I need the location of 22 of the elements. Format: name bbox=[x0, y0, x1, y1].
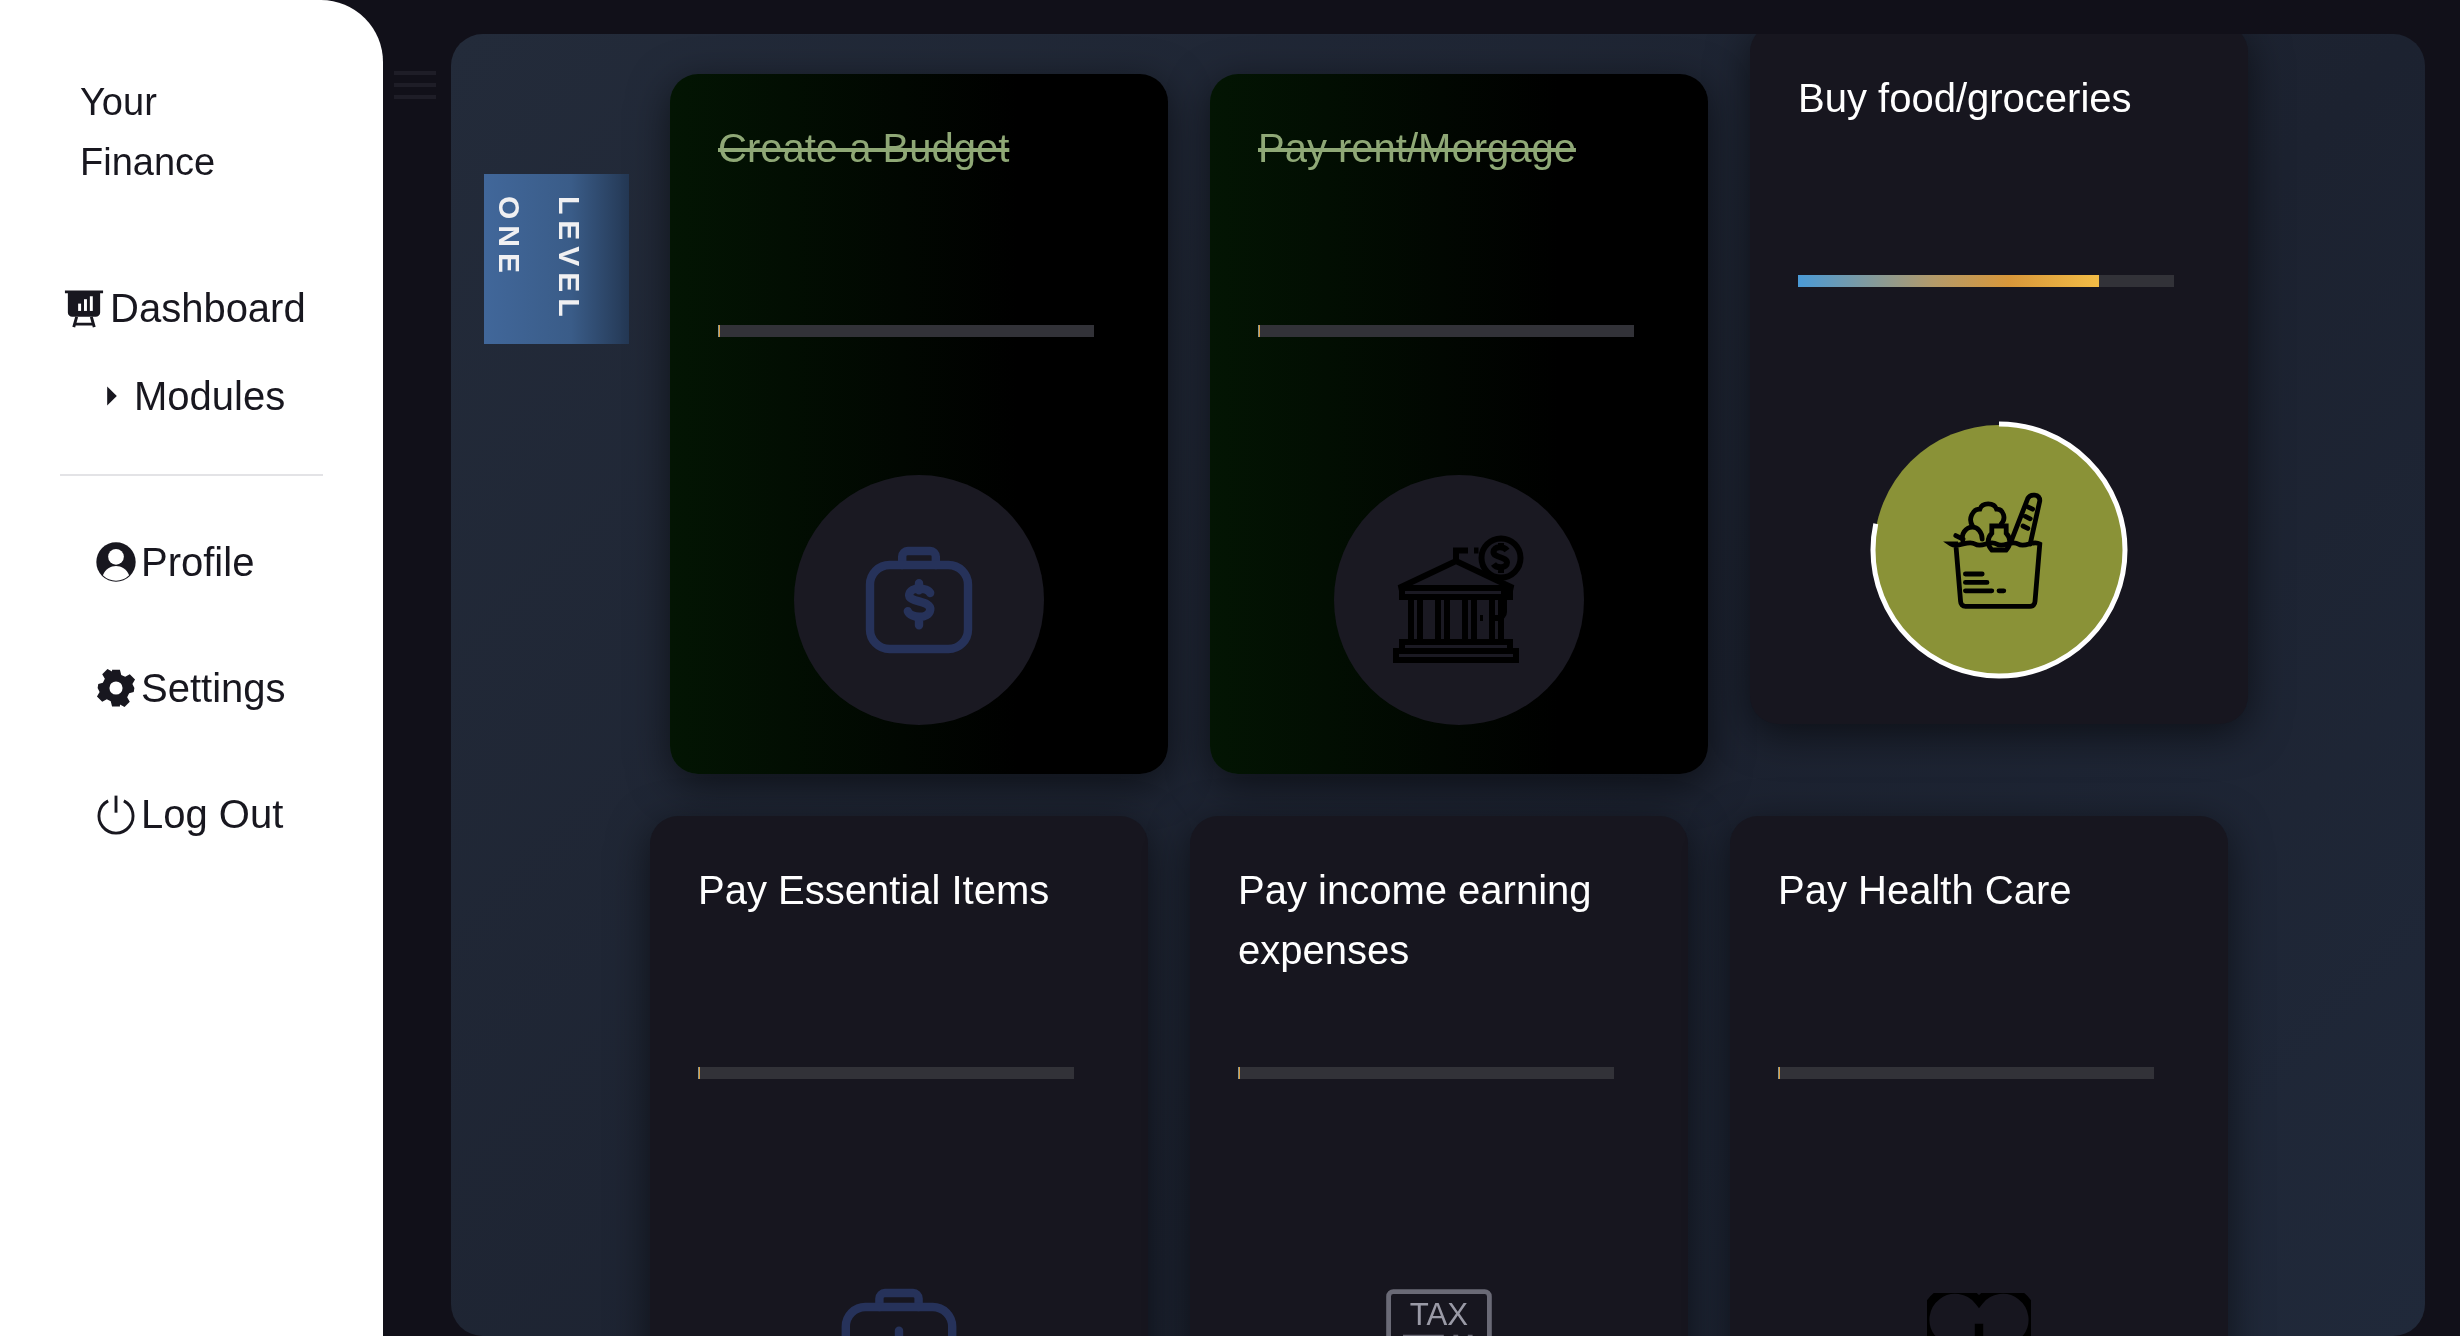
card-title: Pay Health Care bbox=[1778, 867, 2073, 914]
level-badge: LEVEL ONE bbox=[484, 174, 629, 344]
card-title: Pay rent/Morgage bbox=[1258, 125, 1577, 172]
card-title: Buy food/groceries bbox=[1798, 75, 2133, 122]
power-icon bbox=[95, 793, 137, 835]
settings-icon bbox=[95, 667, 137, 709]
module-card[interactable]: Pay rent/Morgage bbox=[1210, 74, 1708, 774]
module-card[interactable]: Pay Essential Items bbox=[650, 816, 1148, 1336]
module-card[interactable]: Pay income earning expenses TAX bbox=[1190, 816, 1688, 1336]
nav-link[interactable]: Settings bbox=[95, 664, 383, 712]
card-title: Create a Budget bbox=[718, 125, 1011, 172]
module-card[interactable]: Create a Budget bbox=[670, 74, 1168, 774]
card-title: Pay income earning expenses bbox=[1238, 867, 1593, 974]
module-card[interactable]: Pay Health Care bbox=[1730, 816, 2228, 1336]
card-title: Pay Essential Items bbox=[698, 867, 1051, 914]
nav-link[interactable]: Modules bbox=[106, 372, 383, 420]
profile-icon bbox=[95, 541, 137, 583]
nav-link[interactable]: Dashboard bbox=[62, 284, 383, 332]
app-title: Your Finance bbox=[80, 80, 217, 185]
module-card[interactable]: Buy food/groceries bbox=[1750, 34, 2248, 724]
nav-link[interactable]: Log Out bbox=[95, 790, 383, 838]
nav-link[interactable]: Profile bbox=[95, 538, 383, 586]
